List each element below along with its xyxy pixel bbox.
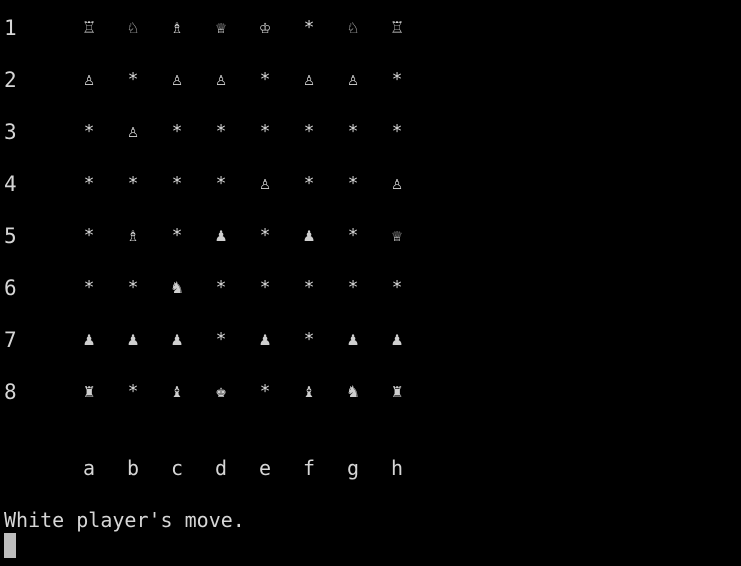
rank-label: 5 [4, 224, 17, 248]
white-queen-icon: ♕ [215, 17, 227, 38]
file-label-g: g [346, 456, 360, 480]
white-rook-icon: ♖ [391, 17, 403, 38]
empty-square-marker: * [303, 173, 315, 194]
empty-square-marker: * [347, 173, 359, 194]
black-knight-icon: ♞ [347, 381, 359, 402]
empty-square-marker: * [83, 121, 95, 142]
board-rank-5: 5 * ♗ * ♟ * ♟ * ♕ [0, 221, 420, 251]
black-pawn-icon: ♟ [259, 329, 271, 350]
board-rank-3: 3 * ♙ * * * * * * [0, 117, 420, 147]
empty-square-marker: * [347, 277, 359, 298]
white-pawn-icon: ♙ [215, 69, 227, 90]
rank-label: 7 [4, 328, 17, 352]
empty-square-marker: * [391, 277, 403, 298]
board-rank-2: 2 ♙ * ♙ ♙ * ♙ ♙ * [0, 65, 420, 95]
empty-square-marker: * [215, 277, 227, 298]
empty-square-marker: * [171, 121, 183, 142]
empty-square-marker: * [83, 277, 95, 298]
empty-square-marker: * [127, 173, 139, 194]
white-bishop-icon: ♗ [127, 225, 139, 246]
white-pawn-icon: ♙ [171, 69, 183, 90]
rank-label: 2 [4, 68, 17, 92]
rank-label: 6 [4, 276, 17, 300]
file-label-e: e [258, 456, 272, 480]
empty-square-marker: * [259, 69, 271, 90]
file-label-f: f [302, 456, 316, 480]
black-pawn-icon: ♟ [391, 329, 403, 350]
empty-square-marker: * [83, 225, 95, 246]
black-king-icon: ♚ [215, 381, 227, 402]
black-pawn-icon: ♟ [347, 329, 359, 350]
rank-label: 4 [4, 172, 17, 196]
black-bishop-icon: ♝ [303, 381, 315, 402]
white-pawn-icon: ♙ [83, 69, 95, 90]
board-rank-8: 8 ♜ * ♝ ♚ * ♝ ♞ ♜ [0, 377, 420, 407]
file-label-a: a [82, 456, 96, 480]
black-pawn-icon: ♟ [171, 329, 183, 350]
board-rank-7: 7 ♟ ♟ ♟ * ♟ * ♟ ♟ [0, 325, 420, 355]
white-pawn-icon: ♙ [391, 173, 403, 194]
empty-square-marker: * [171, 225, 183, 246]
white-pawn-icon: ♙ [347, 69, 359, 90]
empty-square-marker: * [259, 225, 271, 246]
black-rook-icon: ♜ [83, 381, 95, 402]
black-knight-icon: ♞ [171, 277, 183, 298]
white-knight-icon: ♘ [347, 17, 359, 38]
empty-square-marker: * [259, 277, 271, 298]
white-knight-icon: ♘ [127, 17, 139, 38]
black-pawn-icon: ♟ [83, 329, 95, 350]
empty-square-marker: * [303, 121, 315, 142]
empty-square-marker: * [259, 121, 271, 142]
board-rank-6: 6 * * ♞ * * * * * [0, 273, 420, 303]
empty-square-marker: * [347, 121, 359, 142]
black-rook-icon: ♜ [391, 381, 403, 402]
white-pawn-icon: ♙ [303, 69, 315, 90]
empty-square-marker: * [215, 121, 227, 142]
white-rook-icon: ♖ [83, 17, 95, 38]
board-rank-1: 1 ♖ ♘ ♗ ♕ ♔ * ♘ ♖ [0, 13, 420, 43]
file-label-d: d [214, 456, 228, 480]
status-message: White player's move. [4, 508, 245, 532]
terminal-cursor[interactable] [4, 533, 16, 558]
white-king-icon: ♔ [259, 17, 271, 38]
empty-square-marker: * [391, 69, 403, 90]
white-bishop-icon: ♗ [171, 17, 183, 38]
empty-square-marker: * [259, 381, 271, 402]
rank-label: 8 [4, 380, 17, 404]
black-pawn-icon: ♟ [303, 225, 315, 246]
file-label-b: b [126, 456, 140, 480]
black-bishop-icon: ♝ [171, 381, 183, 402]
file-label-c: c [170, 456, 184, 480]
file-label-h: h [390, 456, 404, 480]
empty-square-marker: * [347, 225, 359, 246]
black-pawn-icon: ♟ [127, 329, 139, 350]
empty-square-marker: * [83, 173, 95, 194]
rank-label: 3 [4, 120, 17, 144]
empty-square-marker: * [127, 277, 139, 298]
board-rank-4: 4 * * * * ♙ * * ♙ [0, 169, 420, 199]
rank-label: 1 [4, 16, 17, 40]
empty-square-marker: * [391, 121, 403, 142]
terminal-window: 1 ♖ ♘ ♗ ♕ ♔ * ♘ ♖ 2 ♙ * ♙ ♙ * ♙ ♙ * 3 * ♙ * * * * * * 4 * * * * ♙ * * ♙ 5 * ♗ *… [0, 0, 741, 566]
empty-square-marker: * [215, 173, 227, 194]
black-pawn-icon: ♟ [215, 225, 227, 246]
white-pawn-icon: ♙ [127, 121, 139, 142]
white-queen-icon: ♕ [391, 225, 403, 246]
empty-square-marker: * [127, 69, 139, 90]
empty-square-marker: * [303, 329, 315, 350]
empty-square-marker: * [303, 277, 315, 298]
empty-square-marker: * [303, 17, 315, 38]
file-labels: a b c d e f g h [0, 453, 420, 483]
empty-square-marker: * [215, 329, 227, 350]
empty-square-marker: * [127, 381, 139, 402]
white-pawn-icon: ♙ [259, 173, 271, 194]
empty-square-marker: * [171, 173, 183, 194]
